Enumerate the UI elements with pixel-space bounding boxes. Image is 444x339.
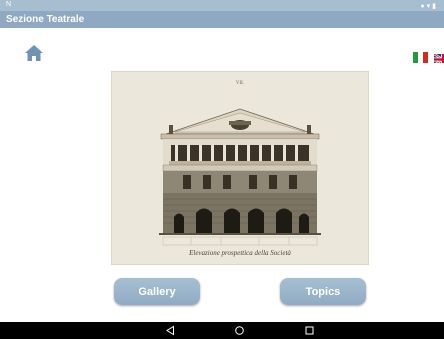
home-icon [25, 45, 43, 61]
system-nav-bar [0, 322, 444, 339]
recents-square-icon[interactable] [304, 325, 315, 336]
image-caption: Elevazione prospettica della Società [189, 249, 291, 257]
topics-button[interactable]: Topics [280, 278, 366, 305]
status-bar: N ●▾▮ [0, 0, 444, 11]
app-title: Sezione Teatrale [6, 14, 85, 25]
back-triangle-icon[interactable] [165, 325, 176, 336]
plate-number: VII. [235, 81, 245, 86]
app-bar: Sezione Teatrale [0, 11, 444, 28]
theatre-elevation-image[interactable]: VII. Elevazione prospettica della Societ… [111, 71, 369, 265]
home-circle-icon[interactable] [234, 325, 245, 336]
flag-uk-button[interactable] [434, 52, 444, 63]
status-icons: ●▾▮ [420, 2, 438, 10]
battery-icon: ▮ [432, 3, 438, 10]
flag-uk-icon [434, 53, 444, 63]
status-notification-text: N [6, 1, 12, 8]
flag-italy-button[interactable] [413, 52, 428, 63]
elevation-drawing [159, 108, 321, 246]
gallery-button[interactable]: Gallery [114, 278, 200, 305]
home-button[interactable] [25, 45, 43, 61]
